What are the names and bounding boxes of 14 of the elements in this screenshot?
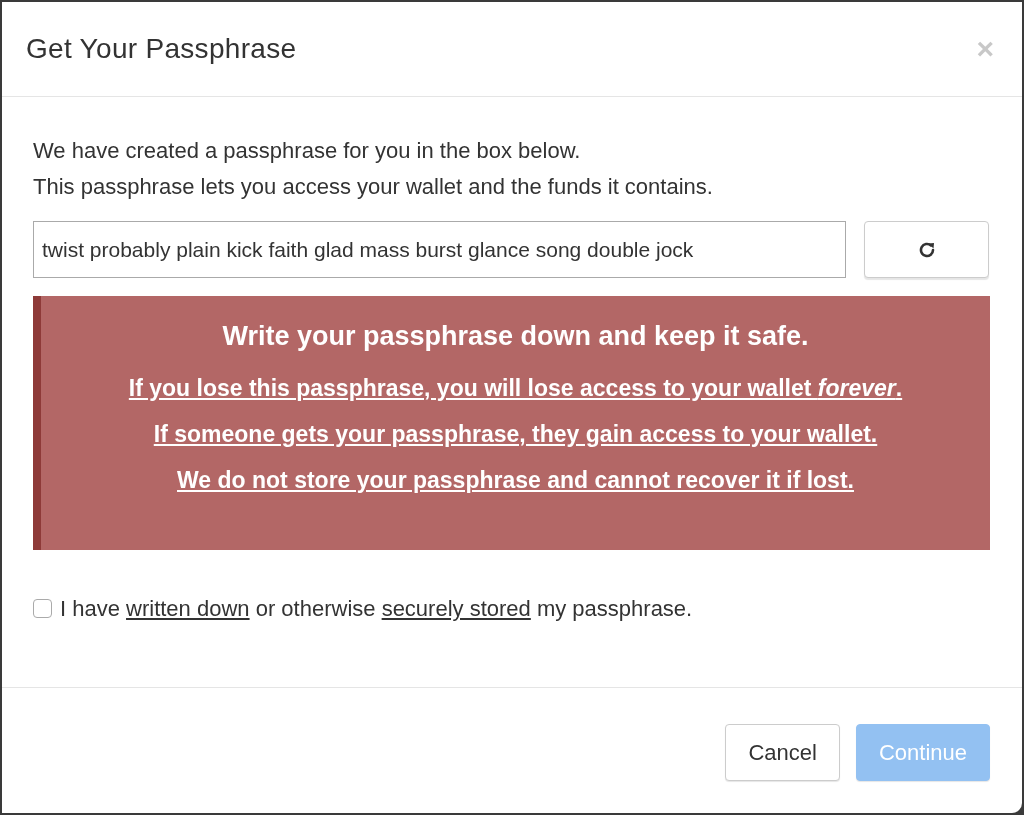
warning-title: Write your passphrase down and keep it safe.: [222, 320, 809, 353]
warning-text: If you lose this passphrase, you will lose access to your wallet forever.: [127, 373, 904, 403]
dialog-title: Get Your Passphrase: [26, 32, 297, 66]
cancel-button[interactable]: Cancel: [725, 724, 840, 781]
refresh-button[interactable]: [864, 221, 989, 278]
passphrase-field[interactable]: twist probably plain kick faith glad mass burst glance song double jock: [33, 221, 846, 278]
intro-text: We have created a passphrase for you in the box below.: [33, 137, 582, 165]
confirm-label: I have written down or otherwise securely stored my passphrase.: [60, 595, 693, 623]
intro-text: This passphrase lets you access your wallet and the funds it contains.: [33, 173, 714, 201]
text-link[interactable]: securely stored: [381, 596, 531, 621]
warning-text: If someone gets your passphrase, they gain access to your wallet.: [152, 419, 879, 449]
confirm-checkbox[interactable]: [33, 599, 52, 618]
warning-text: We do not store your passphrase and cannot recover it if lost.: [176, 465, 855, 495]
text-link[interactable]: written down: [126, 596, 250, 621]
